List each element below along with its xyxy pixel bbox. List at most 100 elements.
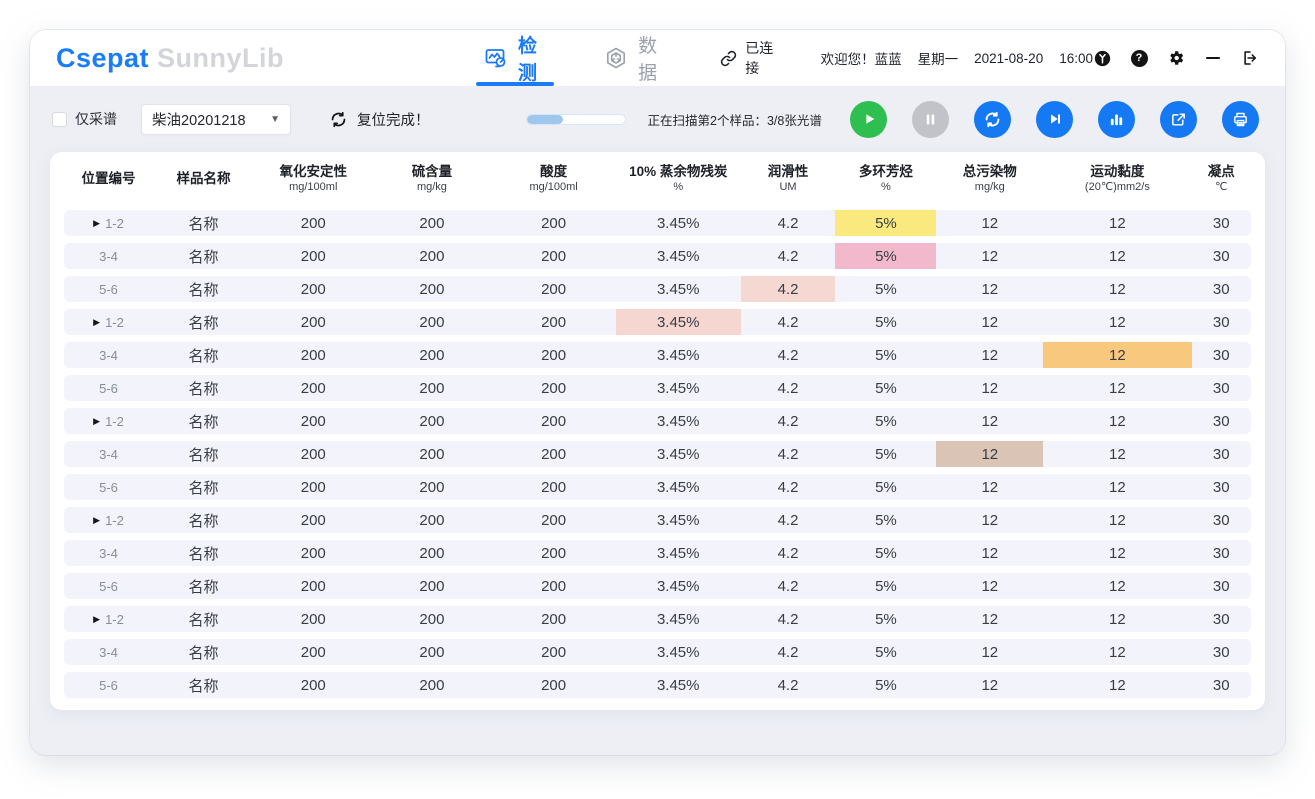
column-unit: mg/100ml (491, 181, 616, 195)
value-cell: 12 (936, 342, 1043, 368)
column-header: 酸度mg/100ml (491, 164, 616, 195)
table-row[interactable]: ▶1-2名称2002002003.45%4.25%121230 (64, 606, 1251, 632)
position-cell[interactable]: 5-6 (64, 474, 153, 500)
settings-gear-icon[interactable] (1167, 49, 1185, 67)
position-cell[interactable]: 5-6 (64, 276, 153, 302)
column-header: 多环芳烃% (835, 164, 936, 195)
value-cell: 200 (254, 342, 373, 368)
table-row[interactable]: ▶1-2名称2002002003.45%4.25%121230 (64, 309, 1251, 335)
column-unit: UM (741, 181, 836, 195)
sync-icon (983, 110, 1002, 129)
value-cell: 30 (1192, 243, 1251, 269)
sync-button[interactable] (974, 101, 1011, 138)
refresh-icon[interactable] (329, 110, 348, 129)
value-cell: 12 (1043, 573, 1191, 599)
position-cell[interactable]: 5-6 (64, 375, 153, 401)
start-button[interactable] (850, 101, 887, 138)
app-logo: Csepat SunnyLib (56, 30, 284, 86)
table-row[interactable]: ▶1-2名称2002002003.45%4.25%121230 (64, 408, 1251, 434)
position-cell[interactable]: ▶1-2 (64, 210, 153, 236)
value-cell: 4.2 (741, 540, 836, 566)
expand-arrow-icon[interactable]: ▶ (93, 218, 100, 229)
table-row[interactable]: ▶1-2名称2002002003.45%4.25%121230 (64, 507, 1251, 533)
tab-detection[interactable]: 检测 (484, 30, 546, 86)
position-label: 5-6 (99, 678, 118, 693)
value-cell: 200 (254, 507, 373, 533)
pause-button[interactable] (912, 101, 949, 138)
logout-icon[interactable] (1241, 49, 1259, 67)
minimize-icon[interactable] (1204, 49, 1222, 67)
position-label: 1-2 (105, 612, 124, 627)
results-table-card: 位置编号样品名称氧化安定性mg/100ml硫含量mg/kg酸度mg/100ml1… (50, 152, 1265, 710)
table-row[interactable]: 5-6名称2002002003.45%4.25%121230 (64, 573, 1251, 599)
value-cell: 30 (1192, 507, 1251, 533)
value-cell: 30 (1192, 540, 1251, 566)
table-row[interactable]: 3-4名称2002002003.45%4.25%121230 (64, 639, 1251, 665)
connection-status: 已连接 (720, 30, 780, 86)
reset-status-group: 复位完成！ (329, 109, 430, 130)
column-unit: (20℃)mm2/s (1043, 181, 1191, 195)
sample-select[interactable]: 柴油20201218 ▼ (141, 104, 291, 135)
value-cell: 4.2 (741, 210, 836, 236)
value-cell: 5% (835, 639, 936, 665)
value-cell: 12 (936, 408, 1043, 434)
position-cell[interactable]: 3-4 (64, 639, 153, 665)
value-cell: 名称 (153, 672, 254, 698)
table-row[interactable]: 5-6名称2002002003.45%4.25%121230 (64, 375, 1251, 401)
value-cell: 30 (1192, 408, 1251, 434)
value-cell: 30 (1192, 474, 1251, 500)
value-cell: 200 (254, 243, 373, 269)
value-cell: 200 (373, 441, 492, 467)
expand-arrow-icon[interactable]: ▶ (93, 515, 100, 526)
table-row[interactable]: 5-6名称2002002003.45%4.25%121230 (64, 276, 1251, 302)
print-button[interactable] (1222, 101, 1259, 138)
position-cell[interactable]: ▶1-2 (64, 507, 153, 533)
value-cell: 200 (373, 540, 492, 566)
welcome-block: 欢迎您！蓝蓝 星期一 2021-08-20 16:00 (821, 30, 1093, 86)
position-cell[interactable]: 3-4 (64, 540, 153, 566)
value-cell: 200 (491, 606, 616, 632)
value-cell: 200 (373, 408, 492, 434)
value-cell: 名称 (153, 375, 254, 401)
value-cell: 12 (1043, 507, 1191, 533)
position-cell[interactable]: ▶ 1-2 (64, 606, 153, 632)
column-header: 10% 蒸余物残炭% (616, 164, 741, 195)
position-cell[interactable]: ▶1-2 (64, 309, 153, 335)
spectrum-only-checkbox[interactable] (52, 112, 67, 127)
position-cell[interactable]: 3-4 (64, 342, 153, 368)
export-button[interactable] (1160, 101, 1197, 138)
help-icon[interactable]: ? (1130, 49, 1148, 67)
column-unit: mg/kg (373, 181, 492, 195)
expand-arrow-icon[interactable]: ▶ (93, 416, 100, 427)
value-cell: 12 (1043, 276, 1191, 302)
tab-data[interactable]: 数据 (604, 30, 666, 86)
table-row[interactable]: ▶1-2名称2002002003.45%4.25%121230 (64, 210, 1251, 236)
table-row[interactable]: 3-4名称2002002003.45%4.25%121230 (64, 243, 1251, 269)
value-cell: 名称 (153, 342, 254, 368)
table-row[interactable]: 3-4名称2002002003.45%4.25%121230 (64, 342, 1251, 368)
position-cell[interactable]: 3-4 (64, 243, 153, 269)
app-window: Csepat SunnyLib 检测 (30, 30, 1285, 755)
table-row[interactable]: 5-6名称2002002003.45%4.25%121230 (64, 474, 1251, 500)
position-cell[interactable]: 5-6 (64, 573, 153, 599)
next-button[interactable] (1036, 101, 1073, 138)
expand-arrow-icon[interactable]: ▶ (93, 614, 100, 625)
expand-arrow-icon[interactable]: ▶ (93, 317, 100, 328)
table-row[interactable]: 5-6名称2002002003.45%4.25%121230 (64, 672, 1251, 698)
wrench-circle-icon[interactable] (1093, 49, 1111, 67)
table-row[interactable]: 3-4名称2002002003.45%4.25%121230 (64, 540, 1251, 566)
chart-button[interactable] (1098, 101, 1135, 138)
table-row[interactable]: 3-4名称2002002003.45%4.25%121230 (64, 441, 1251, 467)
value-cell: 12 (1043, 375, 1191, 401)
value-cell: 3.45% (616, 342, 741, 368)
value-cell: 200 (491, 507, 616, 533)
position-cell[interactable]: ▶1-2 (64, 408, 153, 434)
column-title: 总污染物 (963, 164, 1017, 179)
position-cell[interactable]: 5-6 (64, 672, 153, 698)
value-cell: 30 (1192, 375, 1251, 401)
value-cell: 200 (254, 672, 373, 698)
column-title: 位置编号 (82, 171, 136, 186)
position-cell[interactable]: 3-4 (64, 441, 153, 467)
value-cell: 30 (1192, 309, 1251, 335)
value-cell: 200 (491, 243, 616, 269)
